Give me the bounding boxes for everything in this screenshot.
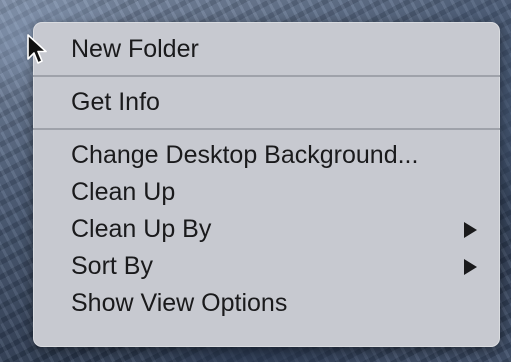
menu-item-clean-up-by[interactable]: Clean Up By (33, 211, 500, 248)
menu-item-label: Clean Up By (71, 215, 212, 243)
menu-item-get-info[interactable]: Get Info (33, 84, 500, 121)
submenu-arrow-icon (464, 258, 477, 275)
menu-item-clean-up[interactable]: Clean Up (33, 174, 500, 211)
menu-item-label: Show View Options (71, 289, 288, 317)
desktop-background[interactable]: New Folder Get Info Change Desktop Backg… (0, 0, 511, 362)
menu-item-new-folder[interactable]: New Folder (33, 31, 500, 68)
context-menu: New Folder Get Info Change Desktop Backg… (33, 22, 500, 347)
menu-item-label: Sort By (71, 252, 153, 280)
submenu-arrow-icon (464, 221, 477, 238)
menu-item-change-desktop-background[interactable]: Change Desktop Background... (33, 137, 500, 174)
menu-item-label: Clean Up (71, 178, 176, 206)
menu-separator (33, 75, 500, 77)
menu-item-sort-by[interactable]: Sort By (33, 248, 500, 285)
menu-item-label: Change Desktop Background... (71, 141, 419, 169)
mouse-pointer-icon (27, 34, 47, 64)
menu-item-label: New Folder (71, 35, 199, 63)
menu-item-show-view-options[interactable]: Show View Options (33, 285, 500, 322)
menu-item-label: Get Info (71, 88, 160, 116)
menu-separator (33, 128, 500, 130)
